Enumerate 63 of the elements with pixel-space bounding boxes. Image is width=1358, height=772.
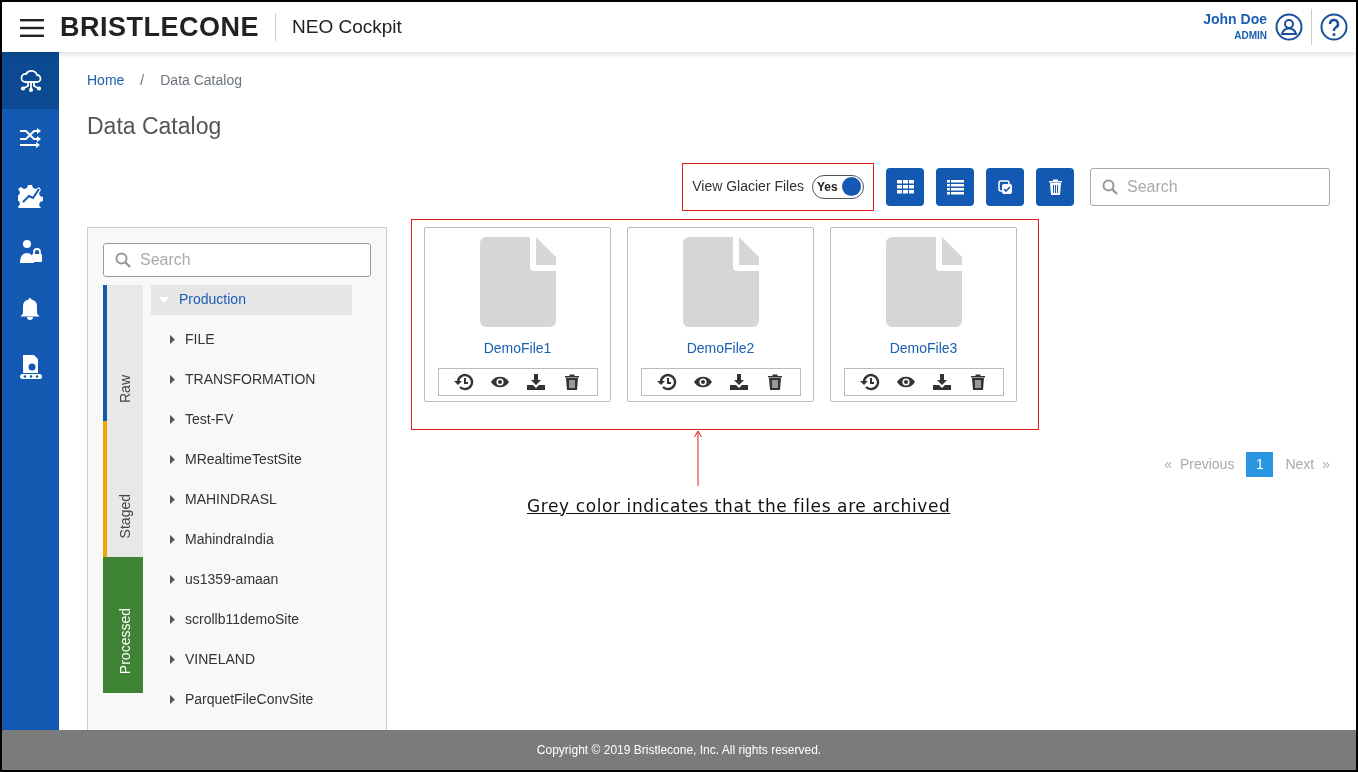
caret-right-icon xyxy=(170,655,175,665)
search-icon xyxy=(1102,178,1118,195)
tree-item[interactable]: us1359-amaan xyxy=(151,559,352,600)
toggle-switch[interactable]: Yes xyxy=(812,174,864,199)
tree-item[interactable]: Production xyxy=(151,284,352,315)
list-view-button[interactable] xyxy=(936,167,974,206)
annotation-text: Grey color indicates that the files are archived xyxy=(527,494,951,518)
breadcrumb-current: Data Catalog xyxy=(160,71,242,90)
delete-button[interactable] xyxy=(1036,167,1074,206)
grid-icon xyxy=(895,177,915,196)
caret-right-icon xyxy=(170,455,175,465)
tree-item[interactable]: FILE xyxy=(151,319,352,360)
caret-down-icon xyxy=(159,296,169,303)
download-icon xyxy=(728,372,749,391)
stage-tab[interactable]: Processed xyxy=(103,556,143,693)
caret-right-icon xyxy=(170,535,175,545)
nav-item[interactable] xyxy=(2,52,59,109)
user-icon[interactable] xyxy=(1275,13,1303,41)
caret-right-icon xyxy=(170,335,175,345)
tree-item[interactable]: MRealtimeTestSite xyxy=(151,439,352,480)
tree-item[interactable]: MAHINDRASL xyxy=(151,479,352,520)
brand-logo: BRISTLECONE xyxy=(60,10,259,44)
tree-item[interactable]: TRANSFORMATION xyxy=(151,359,352,400)
caret-right-icon xyxy=(170,495,175,505)
tree-item[interactable]: VINELAND xyxy=(151,639,352,680)
caret-right-icon xyxy=(170,415,175,425)
tree-item[interactable]: Test-FV xyxy=(151,399,352,440)
help-icon[interactable] xyxy=(1320,13,1348,41)
history-icon xyxy=(453,372,474,391)
menu-icon xyxy=(20,18,44,37)
file-name-link[interactable]: DemoFile3 xyxy=(889,337,958,359)
download-icon xyxy=(931,372,952,391)
breadcrumb-link[interactable]: Home xyxy=(87,70,125,91)
select-button[interactable] xyxy=(986,167,1024,206)
history-icon xyxy=(656,372,677,391)
caret-right-icon xyxy=(170,615,175,625)
caret-right-icon xyxy=(170,695,175,705)
user-lock-icon xyxy=(17,238,44,265)
file-name-link[interactable]: DemoFile2 xyxy=(686,337,755,359)
stage-tab[interactable]: Staged xyxy=(103,420,143,557)
caret-right-icon xyxy=(170,575,175,585)
checked-copy-icon xyxy=(995,177,1015,196)
file-name-link[interactable]: DemoFile1 xyxy=(483,337,552,359)
toggle-label: View Glacier Files xyxy=(692,177,804,197)
conveyor-icon xyxy=(17,352,44,379)
grid-view-button[interactable] xyxy=(886,167,924,206)
search-icon xyxy=(115,251,131,268)
app-name: NEO Cockpit xyxy=(292,14,402,39)
history-icon xyxy=(859,372,880,391)
panel-search-field[interactable]: Search xyxy=(103,242,371,277)
page-title: Data Catalog xyxy=(87,113,223,141)
stage-tab[interactable]: Raw xyxy=(103,284,143,421)
caret-right-icon xyxy=(170,375,175,385)
tree-item[interactable]: ParquetFileConvSite xyxy=(151,679,352,720)
user-role: ADMIN xyxy=(1234,28,1267,43)
tree-item[interactable]: scrollb11demoSite xyxy=(151,599,352,640)
tree-item[interactable]: MahindraIndia xyxy=(151,519,352,560)
list-icon xyxy=(945,177,965,196)
user-name: John Doe xyxy=(1203,11,1267,28)
footer-text: Copyright © 2019 Bristlecone, Inc. All rights reserved. xyxy=(536,742,822,759)
download-icon xyxy=(525,372,546,391)
breadcrumb-separator: / xyxy=(140,71,145,90)
search-field[interactable]: Search xyxy=(1090,167,1330,206)
